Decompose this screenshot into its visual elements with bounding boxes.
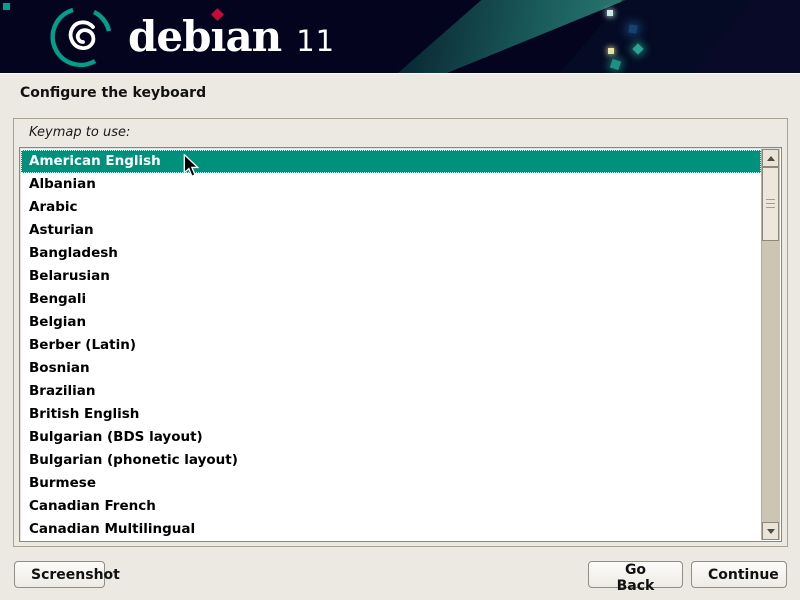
list-item[interactable]: Bulgarian (phonetic layout) <box>21 449 761 472</box>
list-item[interactable]: Canadian Multilingual <box>21 518 761 540</box>
list-item[interactable]: Belgian <box>21 311 761 334</box>
debian-logo: debıan 11 <box>50 5 335 69</box>
deco-square <box>608 48 614 54</box>
keymap-listbox: American EnglishAlbanianArabicAsturianBa… <box>19 147 782 542</box>
keymap-frame: Keymap to use: American EnglishAlbanianA… <box>13 118 788 547</box>
vertical-scrollbar[interactable] <box>761 149 780 540</box>
list-item[interactable]: American English <box>21 150 761 173</box>
red-diamond-icon <box>211 8 224 21</box>
deco-square <box>628 24 637 33</box>
scroll-down-button[interactable] <box>762 522 779 540</box>
installer-window: debıan 11 Configure the keyboard Keymap … <box>0 0 800 600</box>
list-item[interactable]: Arabic <box>21 196 761 219</box>
debian-version: 11 <box>296 24 335 58</box>
list-item[interactable]: Asturian <box>21 219 761 242</box>
list-item[interactable]: Bosnian <box>21 357 761 380</box>
header-banner: debıan 11 <box>0 0 800 74</box>
list-item[interactable]: Bengali <box>21 288 761 311</box>
list-item[interactable]: Bulgarian (BDS layout) <box>21 426 761 449</box>
scrollbar-grip <box>766 199 775 208</box>
list-item[interactable]: Bangladesh <box>21 242 761 265</box>
keymap-label: Keymap to use: <box>29 125 130 140</box>
continue-button[interactable]: Continue <box>691 561 787 588</box>
debian-wordmark: debıan <box>128 5 281 69</box>
corner-accent-square <box>3 3 10 10</box>
scrollbar-thumb[interactable] <box>762 167 779 241</box>
chevron-up-icon <box>767 156 775 161</box>
list-item[interactable]: Burmese <box>21 472 761 495</box>
keymap-list: American EnglishAlbanianArabicAsturianBa… <box>21 150 761 540</box>
screenshot-button[interactable]: Screenshot <box>14 561 105 588</box>
list-item[interactable]: Canadian French <box>21 495 761 518</box>
list-item[interactable]: Brazilian <box>21 380 761 403</box>
wordmark-i: ı <box>210 5 225 69</box>
list-item[interactable]: Berber (Latin) <box>21 334 761 357</box>
scroll-up-button[interactable] <box>762 149 779 167</box>
debian-swirl-icon <box>50 5 114 69</box>
list-item[interactable]: Albanian <box>21 173 761 196</box>
page-title: Configure the keyboard <box>20 85 206 101</box>
go-back-button[interactable]: Go Back <box>588 561 683 588</box>
deco-square <box>607 10 613 16</box>
chevron-down-icon <box>767 529 775 534</box>
list-item[interactable]: Belarusian <box>21 265 761 288</box>
list-item[interactable]: British English <box>21 403 761 426</box>
